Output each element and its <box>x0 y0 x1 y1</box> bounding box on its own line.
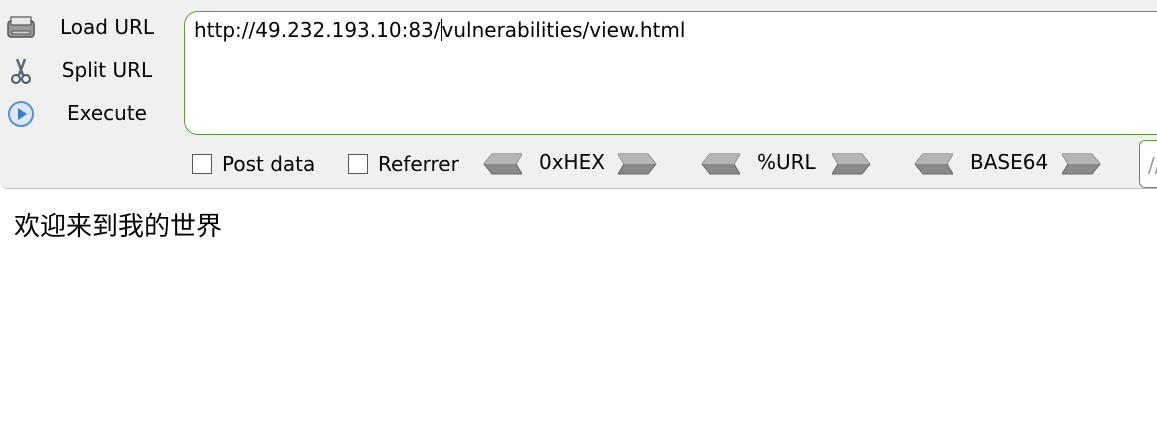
post-data-checkbox[interactable]: Post data <box>192 148 315 180</box>
referrer-checkbox[interactable]: Referrer <box>348 148 459 180</box>
referrer-checkbox-box[interactable] <box>348 154 368 174</box>
url-textarea[interactable]: http://49.232.193.10:83/vulnerabilities/… <box>184 11 1157 135</box>
play-icon <box>6 99 36 129</box>
execute-button[interactable]: Execute <box>0 94 175 134</box>
extra-input-field[interactable]: // <box>1139 140 1157 188</box>
base64-encode-arrow-icon[interactable] <box>1062 152 1102 176</box>
load-url-button[interactable]: Load URL <box>0 8 175 48</box>
url-encode-arrow-icon[interactable] <box>832 152 872 176</box>
hex-decode-arrow-icon[interactable] <box>482 152 522 176</box>
split-url-button[interactable]: Split URL <box>0 51 175 91</box>
post-data-label: Post data <box>222 152 316 176</box>
url-encode-label: %URL <box>757 150 816 174</box>
extra-input-text: // <box>1148 153 1157 177</box>
url-text-after-caret: vulnerabilities/view.html <box>441 18 686 42</box>
base64-decode-arrow-icon[interactable] <box>913 152 953 176</box>
scissors-icon <box>6 56 36 86</box>
page-content-text: 欢迎来到我的世界 <box>14 212 223 242</box>
hackbar-toolbar: Load URL Split URL Execute http://49.232… <box>0 0 1157 189</box>
post-data-checkbox-box[interactable] <box>192 154 212 174</box>
hex-encode-arrow-icon[interactable] <box>618 152 658 176</box>
load-url-icon <box>6 13 36 43</box>
load-url-label: Load URL <box>59 15 154 39</box>
split-url-label: Split URL <box>61 58 153 82</box>
url-decode-arrow-icon[interactable] <box>700 152 740 176</box>
referrer-label: Referrer <box>378 152 459 176</box>
execute-label: Execute <box>67 101 147 125</box>
url-text-before-caret: http://49.232.193.10:83/ <box>194 18 441 42</box>
base64-label: BASE64 <box>970 150 1049 174</box>
hex-label: 0xHEX <box>539 150 605 174</box>
